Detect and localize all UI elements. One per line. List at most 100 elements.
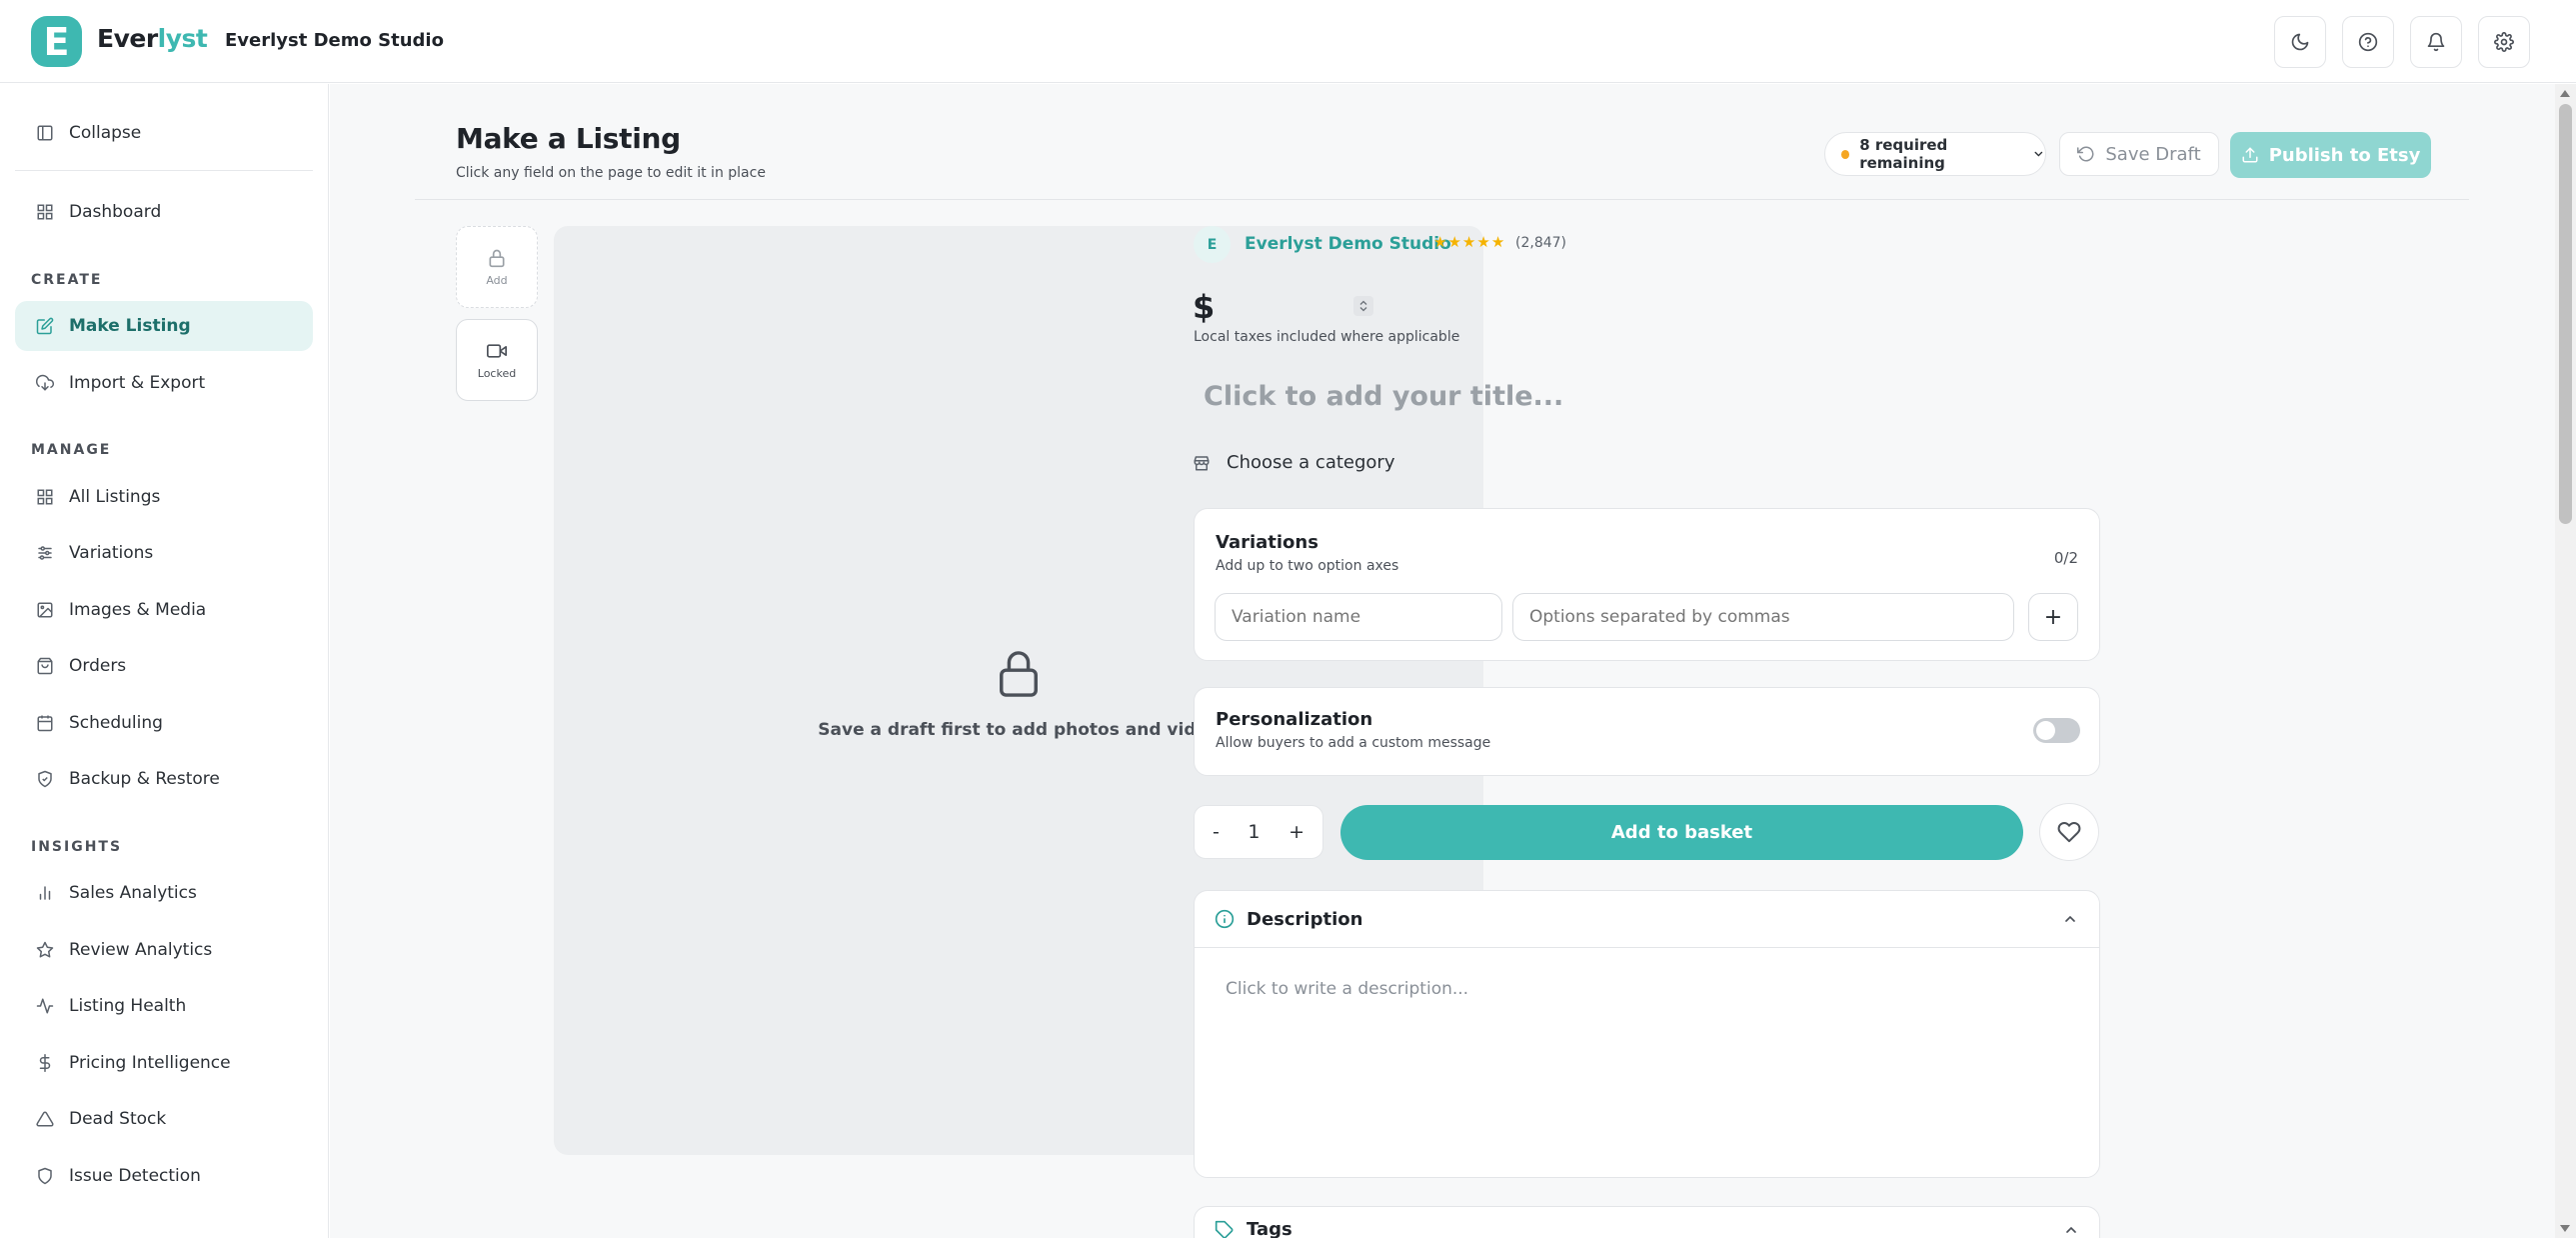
scroll-down-arrow[interactable] (2560, 1225, 2570, 1232)
sidebar-item-make-listing[interactable]: Make Listing (15, 301, 313, 351)
add-media-thumb[interactable]: Add (456, 226, 538, 308)
sidebar-collapse-label: Collapse (69, 123, 142, 143)
sidebar-item-label: Review Analytics (69, 940, 213, 960)
publish-label: Publish to Etsy (2268, 144, 2421, 166)
tags-header[interactable]: Tags (1215, 1219, 2079, 1238)
store-icon (1193, 454, 1211, 472)
sidebar-item-images-media[interactable]: Images & Media (15, 585, 313, 635)
help-button[interactable] (2342, 16, 2394, 68)
sidebar-item-label: Listing Health (69, 996, 187, 1016)
logo-badge[interactable]: E (31, 16, 82, 67)
sidebar-item-label: Import & Export (69, 373, 206, 393)
sidebar-item-dashboard[interactable]: Dashboard (15, 187, 313, 237)
add-to-basket-button[interactable]: Add to basket (1340, 805, 2023, 860)
star-icon: ★ (1461, 233, 1476, 251)
shield-icon (35, 1166, 55, 1186)
activity-icon (35, 996, 55, 1016)
personalization-card: Personalization Allow buyers to add a cu… (1194, 687, 2100, 776)
price-currency[interactable]: $ (1193, 288, 1215, 326)
sidebar-divider (15, 170, 313, 171)
quantity-value[interactable]: 1 (1248, 821, 1260, 843)
dollar-icon (35, 1053, 55, 1073)
sidebar-item-label: Variations (69, 543, 154, 563)
category-selector[interactable]: Choose a category (1193, 452, 1394, 473)
settings-icon (2494, 32, 2514, 52)
cloud-sync-icon (35, 373, 55, 393)
lock-icon (1000, 651, 1038, 697)
video-icon (487, 343, 507, 358)
sidebar-item-review-analytics[interactable]: Review Analytics (15, 925, 313, 975)
description-field[interactable]: Click to write a description... (1226, 979, 1468, 999)
increment-button[interactable]: + (1288, 821, 1304, 843)
sidebar-item-label: Dashboard (69, 202, 162, 222)
publish-button[interactable]: Publish to Etsy (2230, 132, 2431, 178)
sidebar-item-label: Pricing Intelligence (69, 1053, 231, 1073)
add-variation-button[interactable]: + (2028, 593, 2078, 641)
sidebar-item-label: Scheduling (69, 713, 163, 733)
sidebar-collapse[interactable]: Collapse (15, 108, 313, 158)
variations-count: 0/2 (2053, 549, 2078, 567)
sidebar-item-orders[interactable]: Orders (15, 641, 313, 691)
info-icon (1215, 909, 1235, 929)
sidebar-item-all-listings[interactable]: All Listings (15, 472, 313, 522)
star-icon: ★ (1476, 233, 1490, 251)
required-remaining-dropdown[interactable]: 8 required remaining (1824, 132, 2046, 176)
sidebar-item-variations[interactable]: Variations (15, 528, 313, 578)
sidebar-item-backup-restore[interactable]: Backup & Restore (15, 754, 313, 804)
star-icon (35, 940, 55, 960)
sidebar-item-sales-analytics[interactable]: Sales Analytics (15, 868, 313, 918)
header-divider (415, 199, 2469, 200)
image-icon (35, 600, 55, 620)
star-icon: ★ (1433, 233, 1447, 251)
sidebar-section-create: CREATE (31, 272, 103, 288)
sidebar-item-pricing-intelligence[interactable]: Pricing Intelligence (15, 1038, 313, 1088)
top-bar: E Everlyst Everlyst Demo Studio (0, 0, 2576, 83)
shield-check-icon (35, 769, 55, 789)
calendar-icon (35, 713, 55, 733)
tags-title: Tags (1247, 1219, 1292, 1238)
bar-chart-icon (35, 883, 55, 903)
favorite-button[interactable] (2039, 803, 2099, 861)
logo-word-accent: lyst (157, 24, 208, 53)
sidebar-item-scheduling[interactable]: Scheduling (15, 698, 313, 748)
price-stepper[interactable] (1353, 296, 1373, 316)
chevron-down-icon (2034, 151, 2043, 157)
sidebar: Collapse Dashboard CREATE Make Listing I… (0, 84, 329, 1238)
variation-name-input[interactable] (1215, 593, 1502, 641)
save-draft-button[interactable]: Save Draft (2059, 132, 2219, 176)
page-scrollbar[interactable] (2555, 84, 2576, 1238)
moon-icon (2291, 33, 2309, 51)
sidebar-item-dead-stock[interactable]: Dead Stock (15, 1094, 313, 1144)
decrement-button[interactable]: - (1213, 821, 1220, 843)
listing-title-field[interactable]: Click to add your title... (1204, 381, 1563, 412)
settings-button[interactable] (2478, 16, 2530, 68)
category-label: Choose a category (1227, 452, 1395, 473)
scroll-thumb[interactable] (2559, 104, 2572, 524)
sidebar-item-listing-health[interactable]: Listing Health (15, 981, 313, 1031)
variation-options-input[interactable] (1512, 593, 2014, 641)
sidebar-item-label: Orders (69, 656, 127, 676)
top-icon-group (2274, 16, 2530, 68)
shop-name[interactable]: Everlyst Demo Studio (1245, 234, 1451, 254)
description-header[interactable]: Description (1195, 891, 2099, 948)
logo-word-main: Ever (97, 24, 158, 53)
toggle-knob (2036, 721, 2055, 740)
sidebar-item-issue-detection[interactable]: Issue Detection (15, 1151, 313, 1201)
refresh-icon (2077, 146, 2094, 162)
rating-stars: ★ ★ ★ ★ ★ (1433, 233, 1504, 251)
personalization-toggle[interactable] (2033, 718, 2080, 743)
notifications-button[interactable] (2410, 16, 2462, 68)
logo-wordmark[interactable]: Everlyst (97, 24, 208, 53)
sidebar-item-import-export[interactable]: Import & Export (15, 358, 313, 408)
dashboard-icon (35, 202, 55, 222)
studio-name: Everlyst Demo Studio (225, 30, 444, 51)
theme-toggle-button[interactable] (2274, 16, 2326, 68)
sidebar-item-label: Sales Analytics (69, 883, 197, 903)
scroll-up-arrow[interactable] (2560, 90, 2570, 97)
video-thumb[interactable]: Locked (456, 319, 538, 401)
collapse-icon (35, 123, 55, 143)
upload-icon (2242, 147, 2258, 163)
sidebar-section-insights: INSIGHTS (31, 839, 123, 855)
add-media-label: Add (486, 273, 508, 287)
sidebar-item-label: Images & Media (69, 600, 207, 620)
